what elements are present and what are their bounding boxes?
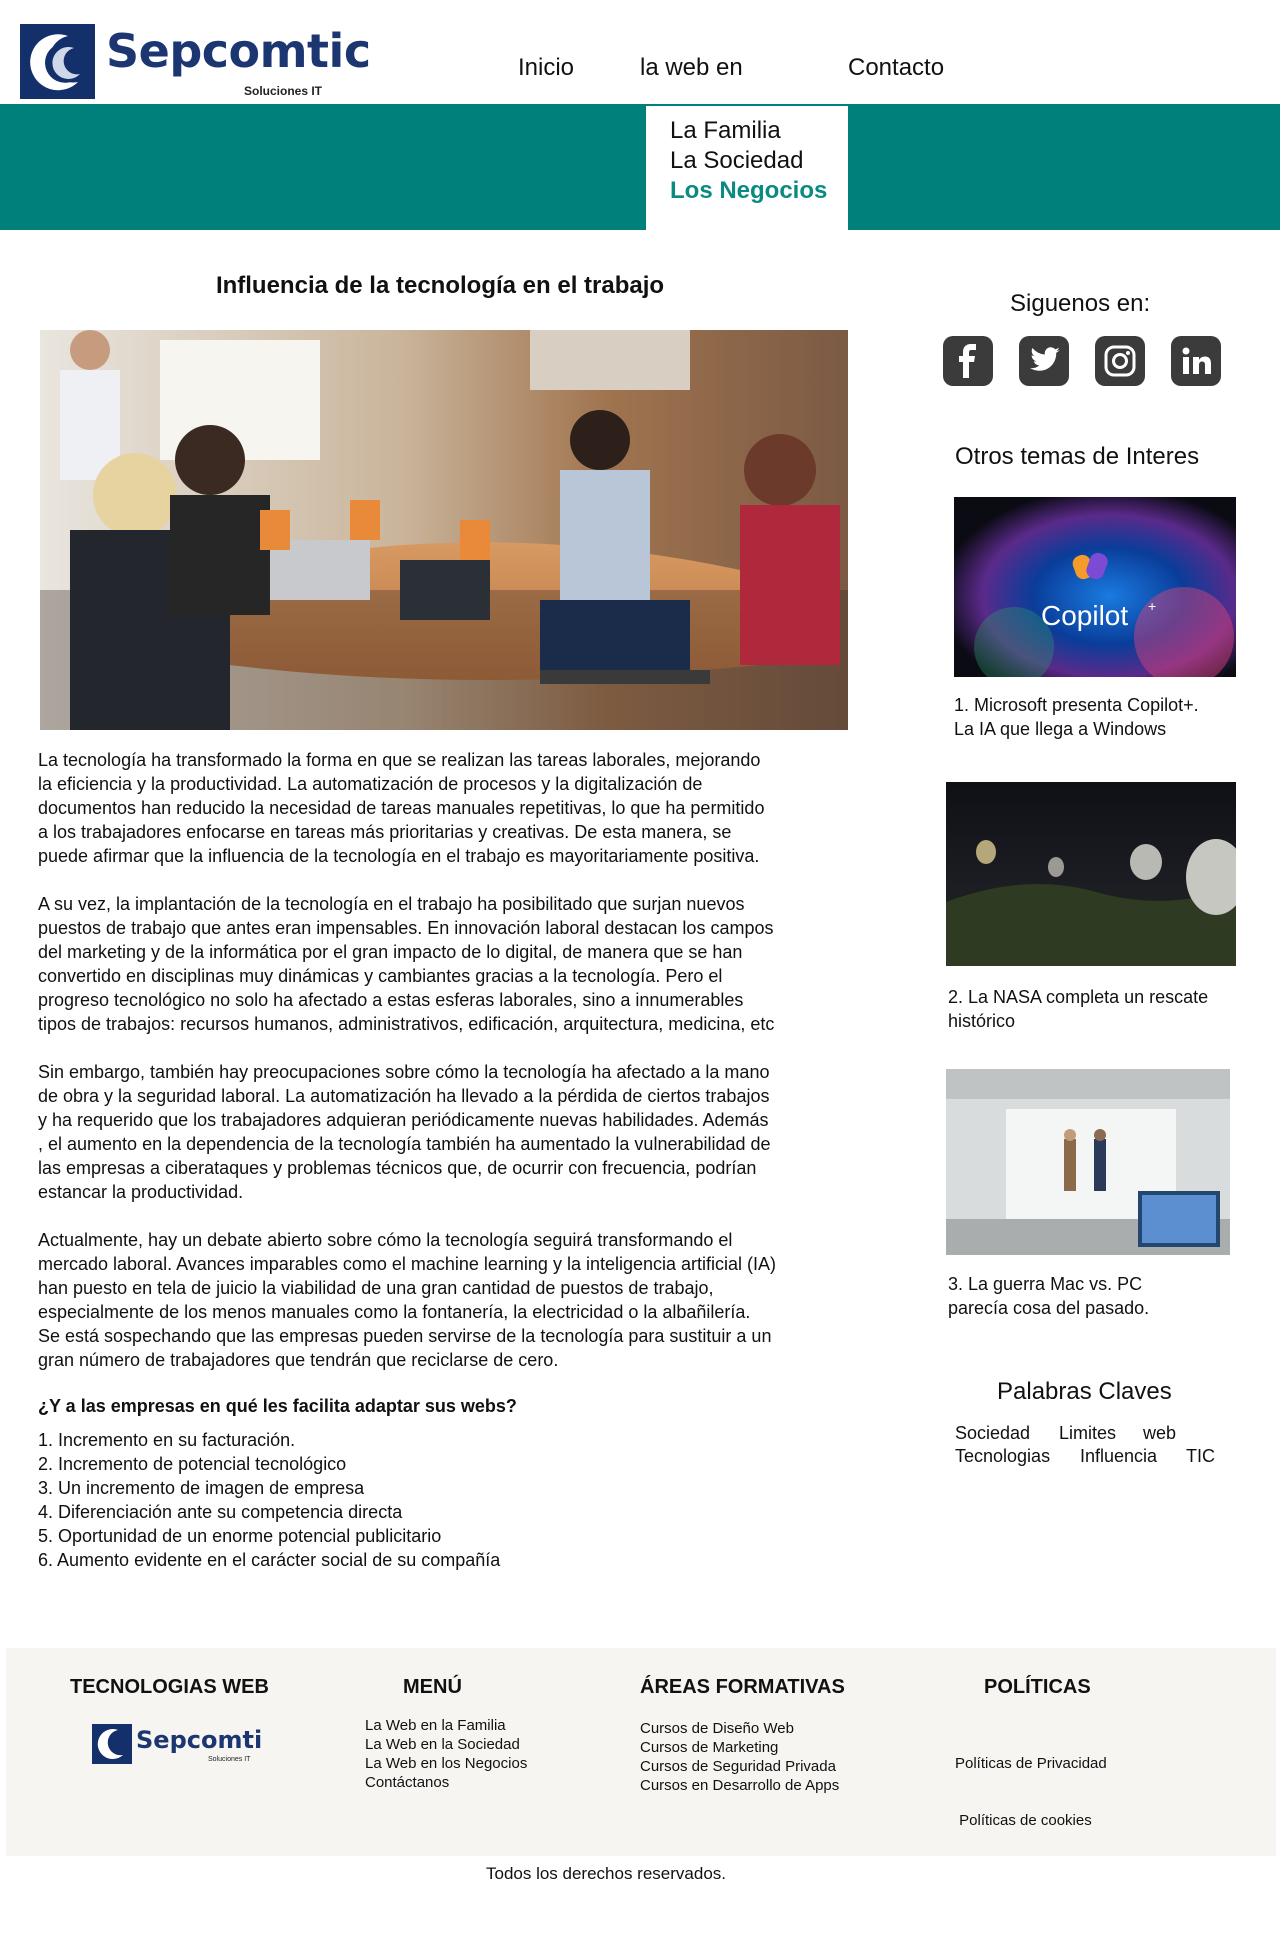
footer-link[interactable]: Políticas de cookies xyxy=(955,1811,1107,1830)
article-paragraph: A su vez, la implantación de la tecnolog… xyxy=(38,894,775,1034)
footer-link[interactable]: La Web en los Negocios xyxy=(365,1754,527,1773)
keywords-heading: Palabras Claves xyxy=(997,1378,1172,1405)
copilot-logo-text: Copilot xyxy=(1041,600,1128,631)
svg-text:Sepcomtic: Sepcomtic xyxy=(136,1726,262,1754)
footer-link[interactable]: Cursos en Desarrollo de Apps xyxy=(640,1776,839,1795)
dropdown-item-sociedad[interactable]: La Sociedad xyxy=(670,146,848,176)
hero-image-meeting xyxy=(40,330,848,730)
article-paragraph: Sin embargo, también hay preocupaciones … xyxy=(38,1062,771,1202)
footer-policies-list: Políticas de Privacidad Políticas de coo… xyxy=(955,1716,1107,1849)
footer-menu-list: La Web en la Familia La Web en la Socied… xyxy=(365,1716,527,1792)
footer-link[interactable]: Cursos de Marketing xyxy=(640,1738,839,1757)
copyright: Todos los derechos reservados. xyxy=(485,1864,727,1883)
svg-text:Soluciones IT: Soluciones IT xyxy=(208,1756,251,1763)
site-header: Sepcomtic Soluciones IT Inicio la web en… xyxy=(0,0,1280,104)
topic-caption-1[interactable]: 1. Microsoft presenta Copilot+. La IA qu… xyxy=(954,693,1199,741)
footer-logo[interactable]: Sepcomtic Soluciones IT xyxy=(92,1724,276,1766)
article-paragraph: La tecnología ha transformado la forma e… xyxy=(38,750,765,866)
benefit-item: 5. Oportunidad de un enorme potencial pu… xyxy=(38,1526,442,1546)
twitter-icon[interactable] xyxy=(1019,336,1069,386)
nav-inicio[interactable]: Inicio xyxy=(518,54,574,82)
benefits-question: ¿Y a las empresas en qué les facilita ad… xyxy=(38,1396,517,1416)
footer-link[interactable]: Contáctanos xyxy=(365,1773,527,1792)
keyword-tag[interactable]: TIC xyxy=(1186,1446,1215,1467)
keyword-tag[interactable]: Influencia xyxy=(1080,1446,1157,1467)
logo-name: Sepcomtic xyxy=(106,24,371,78)
facebook-icon[interactable] xyxy=(943,336,993,386)
footer-heading-politicas: POLÍTICAS xyxy=(984,1676,1091,1698)
teal-banner xyxy=(0,104,1280,230)
follow-heading: Siguenos en: xyxy=(1010,290,1151,317)
dropdown-item-familia[interactable]: La Familia xyxy=(670,116,848,146)
logo-tagline: Soluciones IT xyxy=(244,84,323,98)
footer-link[interactable]: Políticas de Privacidad xyxy=(955,1754,1107,1773)
keyword-tag[interactable]: Limites xyxy=(1059,1423,1116,1444)
nasa-thumbnail[interactable] xyxy=(946,782,1236,966)
article-body: La tecnología ha transformado la forma e… xyxy=(38,748,868,1572)
linkedin-icon[interactable] xyxy=(1171,336,1221,386)
footer-heading-tecnologias: TECNOLOGIAS WEB xyxy=(70,1676,269,1698)
keyword-tag[interactable]: web xyxy=(1143,1423,1176,1444)
footer-link[interactable]: La Web en la Sociedad xyxy=(365,1735,527,1754)
nav-dropdown: La Familia La Sociedad Los Negocios xyxy=(646,106,848,230)
article-paragraph: Actualmente, hay un debate abierto sobre… xyxy=(38,1230,777,1370)
benefit-item: 6. Aumento evidente en el carácter socia… xyxy=(38,1550,501,1570)
footer-link[interactable]: La Web en la Familia xyxy=(365,1716,527,1735)
svg-text:+: + xyxy=(1148,598,1156,614)
footer-heading-areas: ÁREAS FORMATIVAS xyxy=(640,1676,845,1698)
copilot-thumbnail[interactable]: Copilot + xyxy=(954,497,1236,677)
footer-areas-list: Cursos de Diseño Web Cursos de Marketing… xyxy=(640,1719,839,1795)
mac-vs-pc-thumbnail[interactable] xyxy=(946,1069,1230,1255)
keyword-tag[interactable]: Sociedad xyxy=(955,1423,1030,1444)
topic-caption-2[interactable]: 2. La NASA completa un rescate histórico xyxy=(948,985,1208,1033)
benefits-list: 1. Incremento en su facturación. 2. Incr… xyxy=(38,1428,868,1572)
nav-contacto[interactable]: Contacto xyxy=(848,54,944,82)
dropdown-item-negocios[interactable]: Los Negocios xyxy=(670,176,848,206)
article-title: Influencia de la tecnología en el trabaj… xyxy=(215,272,665,299)
footer-link[interactable]: Cursos de Seguridad Privada xyxy=(640,1757,839,1776)
instagram-icon[interactable] xyxy=(1095,336,1145,386)
benefit-item: 2. Incremento de potencial tecnológico xyxy=(38,1454,347,1474)
benefit-item: 4. Diferenciación ante su competencia di… xyxy=(38,1502,403,1522)
other-topics-heading: Otros temas de Interes xyxy=(955,443,1200,470)
logo-mark-icon xyxy=(20,24,95,99)
keyword-tag[interactable]: Tecnologias xyxy=(955,1446,1050,1467)
nav-la-web-en[interactable]: la web en xyxy=(640,54,743,82)
footer-link[interactable]: Cursos de Diseño Web xyxy=(640,1719,839,1738)
site-logo[interactable]: Sepcomtic Soluciones IT xyxy=(20,24,371,100)
footer-heading-menu: MENÚ xyxy=(403,1676,462,1698)
topic-caption-3[interactable]: 3. La guerra Mac vs. PC parecía cosa del… xyxy=(948,1272,1149,1320)
benefit-item: 3. Un incremento de imagen de empresa xyxy=(38,1478,365,1498)
benefit-item: 1. Incremento en su facturación. xyxy=(38,1430,296,1450)
